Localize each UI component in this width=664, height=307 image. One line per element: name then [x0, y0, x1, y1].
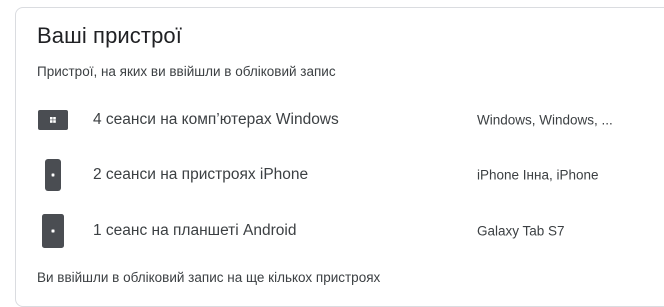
device-detail-windows: Windows, Windows, ...: [477, 112, 613, 128]
device-label-iphone: 2 сеанси на пристроях iPhone: [93, 166, 309, 183]
android-tablet-icon: [42, 214, 64, 248]
iphone-icon: [45, 159, 61, 191]
windows-computer-icon: [38, 110, 68, 130]
device-row-android-tablet[interactable]: 1 сеанс на планшеті Android Galaxy Tab S…: [16, 205, 664, 257]
device-detail-iphone: iPhone Інна, iPhone: [477, 167, 599, 183]
device-label-android-tablet: 1 сеанс на планшеті Android: [93, 222, 297, 239]
card-title: Ваші пристрої: [37, 23, 182, 48]
device-detail-android-tablet: Galaxy Tab S7: [477, 223, 565, 239]
other-devices-note: Ви ввійшли в обліковий запис на ще кільк…: [37, 270, 381, 285]
device-row-iphone[interactable]: 2 сеанси на пристроях iPhone iPhone Інна…: [16, 149, 664, 201]
devices-card: Ваші пристрої Пристрої, на яких ви ввійш…: [15, 7, 664, 307]
device-row-windows[interactable]: 4 сеанси на комп’ютерах Windows Windows,…: [16, 94, 664, 146]
device-label-windows: 4 сеанси на комп’ютерах Windows: [93, 111, 339, 128]
card-subtitle: Пристрої, на яких ви ввійшли в обліковий…: [37, 64, 336, 79]
